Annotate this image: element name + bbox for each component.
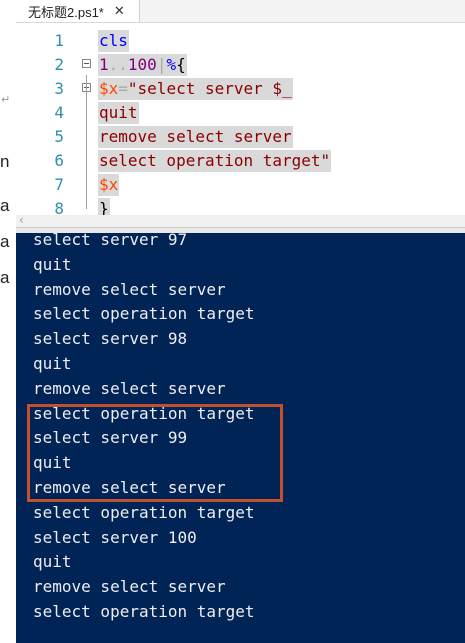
code-text: remove select server (98, 126, 293, 148)
script-editor[interactable]: 1 cls 2 1..100|%{3 $x="select server $_ 4 quit… (16, 23, 465, 215)
console-line: quit (33, 254, 72, 274)
code-text: } (98, 198, 110, 215)
console-line: quit (33, 453, 72, 473)
console-line: select server 99 (33, 428, 188, 448)
code-token: } (99, 199, 109, 215)
code-text: select operation target" (98, 150, 332, 172)
line-number: 5 (54, 127, 64, 146)
line-number: 4 (54, 103, 64, 122)
console-line: quit (33, 552, 72, 572)
code-token: remove select server (99, 127, 292, 146)
document-background-strip: n a a a ↵ (0, 0, 16, 643)
console-line: remove select server (33, 478, 226, 497)
tab-title: 无标题2.ps1* (28, 4, 104, 20)
console-line: quit (33, 354, 72, 373)
code-text: $x (98, 174, 120, 196)
fold-toggle-icon[interactable] (82, 59, 91, 68)
code-line[interactable]: 7 $x (16, 173, 465, 197)
code-token: .. (108, 55, 128, 74)
doc-fragment-3: a (0, 232, 10, 251)
console-line: remove select server (33, 577, 226, 597)
code-token: % (166, 55, 177, 74)
line-number: 2 (54, 55, 64, 74)
close-icon[interactable]: ✕ (114, 4, 125, 19)
code-line[interactable]: 1 cls (16, 29, 465, 53)
code-line[interactable]: 5 remove select server (16, 125, 465, 149)
code-token: $x (99, 79, 119, 98)
code-line[interactable]: 3 $x="select server $_ (16, 77, 465, 101)
fold-guide-line (86, 75, 87, 209)
console-line: remove select server (33, 378, 226, 398)
code-token: cls (99, 31, 128, 50)
code-token: { (176, 55, 186, 74)
tab-bar: 无标题2.ps1* ✕ (16, 0, 465, 23)
return-mark-icon: ↵ (1, 93, 11, 106)
console-output-pane[interactable]: select server 97 quit remove select server… (16, 233, 465, 643)
line-number: 7 (54, 175, 64, 194)
doc-fragment-2: a (0, 196, 10, 215)
line-number: 3 (54, 79, 64, 98)
code-token: "select server $_ (127, 79, 292, 98)
console-line: select operation target (33, 602, 255, 621)
line-number: 1 (54, 31, 64, 50)
console-line: select operation target (33, 304, 255, 324)
doc-fragment-1: n (0, 152, 10, 171)
code-token: $x (99, 175, 119, 194)
code-line[interactable]: 4 quit (16, 101, 465, 125)
code-token: | (156, 55, 167, 74)
scroll-left-arrow-icon[interactable]: ‹ (19, 213, 24, 227)
console-line: select operation target (33, 502, 255, 522)
code-line[interactable]: 2 1..100|%{ (16, 53, 465, 77)
horizontal-scrollbar[interactable]: ‹ (16, 213, 465, 227)
console-line: select operation target (33, 403, 255, 423)
code-token: 100 (127, 55, 157, 74)
code-text: $x="select server $_ (98, 78, 293, 100)
console-line: select server 97 (33, 233, 188, 249)
line-number: 6 (54, 151, 64, 170)
code-text: 1..100|%{ (98, 54, 187, 76)
code-token: 1 (99, 55, 109, 74)
doc-fragment-4: a (0, 268, 10, 287)
console-line: select server 100 (33, 527, 197, 547)
code-line[interactable]: 8} (16, 197, 465, 215)
code-text: quit (98, 102, 139, 124)
console-line: select server 98 (33, 329, 188, 349)
code-token: quit (99, 103, 138, 122)
code-text: cls (98, 30, 129, 52)
code-line[interactable]: 6 select operation target" (16, 149, 465, 173)
code-token: select operation target" (99, 151, 331, 170)
console-line: remove select server (33, 279, 226, 299)
tab-untitled-script[interactable]: 无标题2.ps1* ✕ (16, 0, 140, 22)
code-token: = (118, 79, 128, 98)
